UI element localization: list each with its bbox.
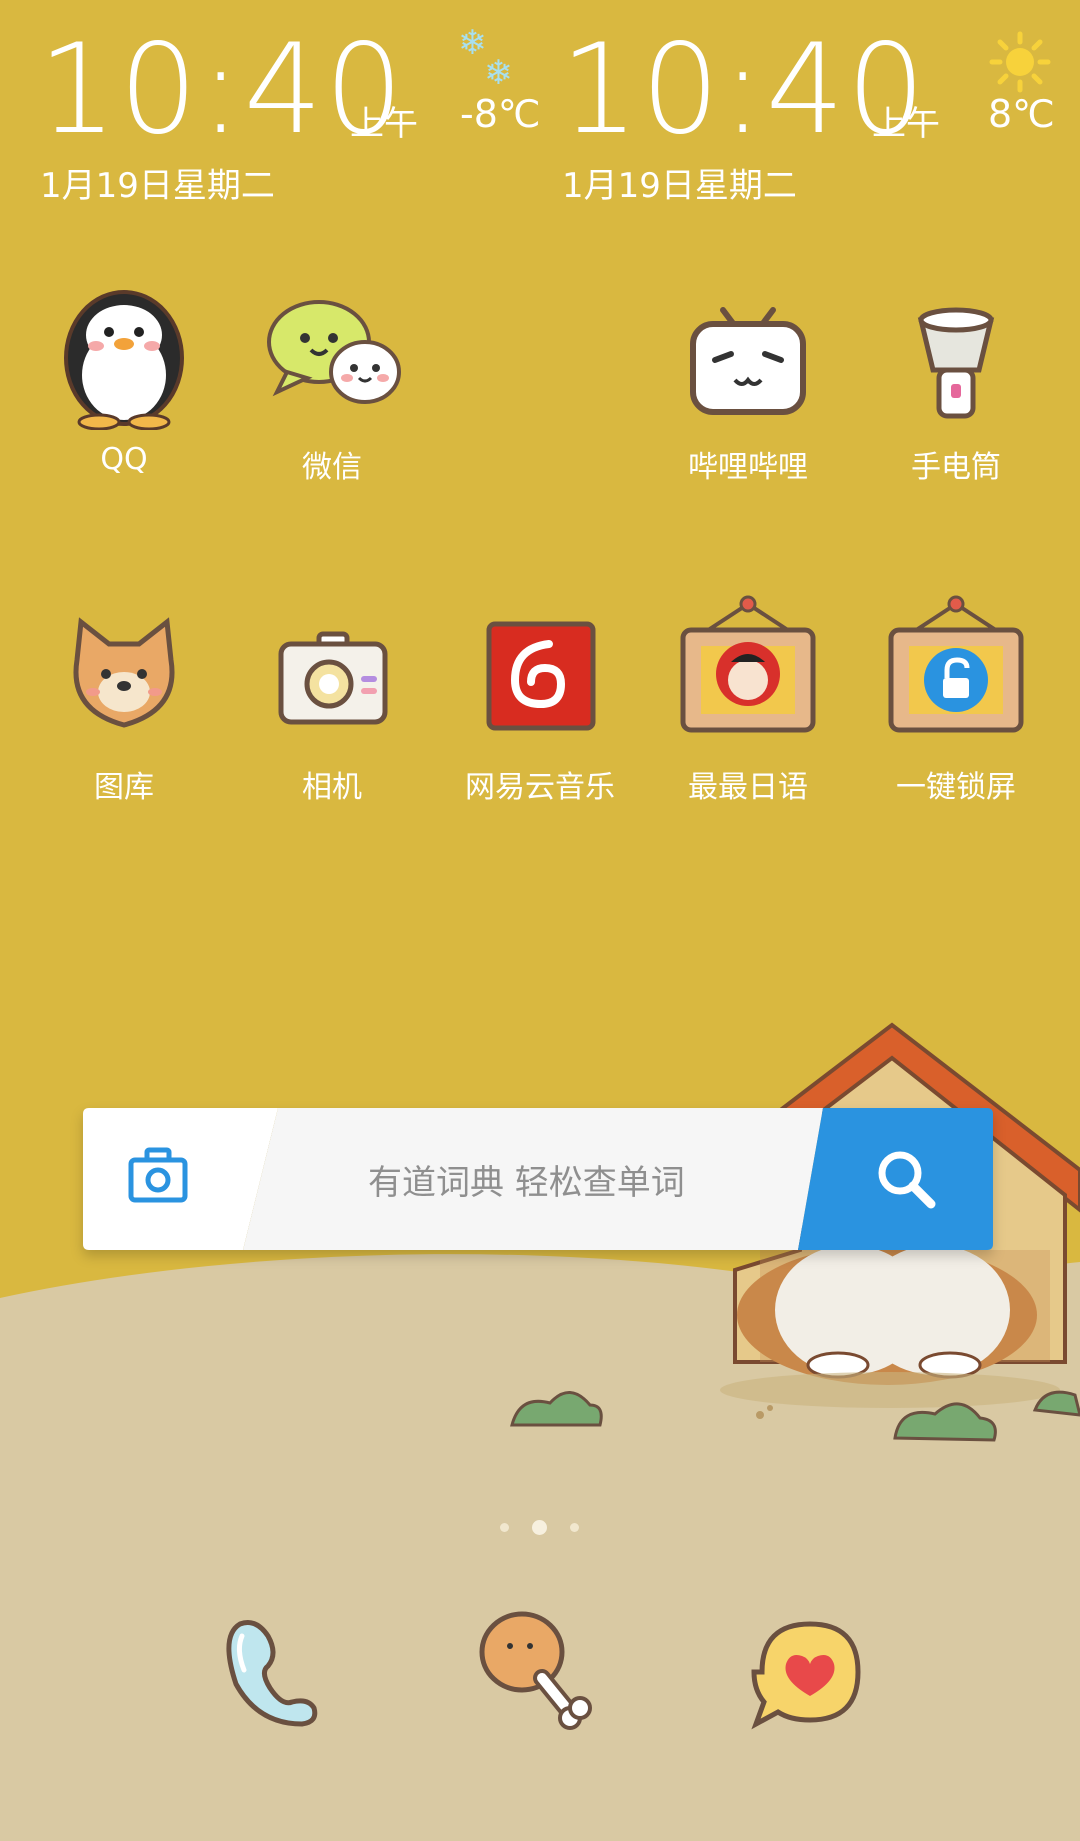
netease-music-icon	[486, 621, 596, 731]
clock-date: 1月19日星期二	[40, 166, 275, 206]
phone-icon[interactable]	[210, 1610, 335, 1735]
app-flashlight[interactable]: 手电筒	[866, 280, 1046, 486]
clock-date: 1月19日星期二	[562, 166, 797, 206]
search-icon[interactable]	[873, 1146, 939, 1212]
page-indicator-dot	[500, 1523, 509, 1532]
camera-icon	[278, 631, 388, 725]
tv-face-icon	[690, 307, 806, 415]
app-zuizui-japanese[interactable]: 最最日语	[658, 590, 838, 806]
penguin-icon	[64, 290, 184, 430]
drumstick-icon[interactable]	[470, 1600, 600, 1740]
app-label: QQ	[100, 442, 148, 477]
camera-icon[interactable]	[127, 1146, 189, 1206]
app-label: 网易云音乐	[465, 770, 615, 805]
app-label: 哔哩哔哩	[688, 450, 808, 485]
clock-ampm: 上午	[350, 104, 418, 144]
snowflake-icon: ❄ ❄	[458, 23, 513, 93]
clock-temperature: 8℃	[988, 92, 1055, 136]
dog-face-icon	[73, 617, 175, 728]
clock-widget-right[interactable]: 10:40 上午 8℃ 1月19日星期二	[560, 20, 1060, 210]
flashlight-icon	[917, 307, 995, 419]
clock-widget-left[interactable]: 10:40 上午 ❄ ❄ -8℃ 1月19日星期二	[38, 20, 541, 210]
app-wechat[interactable]: 微信	[242, 280, 422, 486]
app-label: 最最日语	[688, 770, 808, 805]
app-label: 图库	[94, 770, 154, 805]
sun-icon	[989, 31, 1051, 93]
app-label: 相机	[302, 770, 362, 805]
sumo-frame-icon	[680, 595, 816, 733]
lock-frame-icon	[888, 595, 1024, 733]
app-label: 一键锁屏	[896, 770, 1016, 805]
app-qq[interactable]: QQ	[34, 280, 214, 477]
chat-bubbles-icon	[267, 300, 401, 404]
app-netease-music[interactable]: 网易云音乐	[450, 600, 630, 806]
page-indicator-dot	[570, 1523, 579, 1532]
heart-message-icon[interactable]	[742, 1612, 872, 1742]
app-bilibili[interactable]: 哔哩哔哩	[658, 280, 838, 486]
youdao-search-widget[interactable]: 有道词典 轻松查单词	[83, 1108, 993, 1250]
wallpaper-illustration	[0, 1022, 1080, 1841]
clock-temperature: -8℃	[460, 92, 541, 136]
app-gallery[interactable]: 图库	[34, 600, 214, 806]
app-label: 微信	[302, 450, 362, 485]
app-label: 手电筒	[911, 450, 1001, 485]
page-indicator-dot-active	[532, 1520, 547, 1535]
search-input[interactable]: 有道词典 轻松查单词	[368, 1108, 685, 1250]
app-camera[interactable]: 相机	[242, 600, 422, 806]
clock-ampm: 上午	[872, 104, 940, 144]
app-one-key-lock[interactable]: 一键锁屏	[866, 590, 1046, 806]
